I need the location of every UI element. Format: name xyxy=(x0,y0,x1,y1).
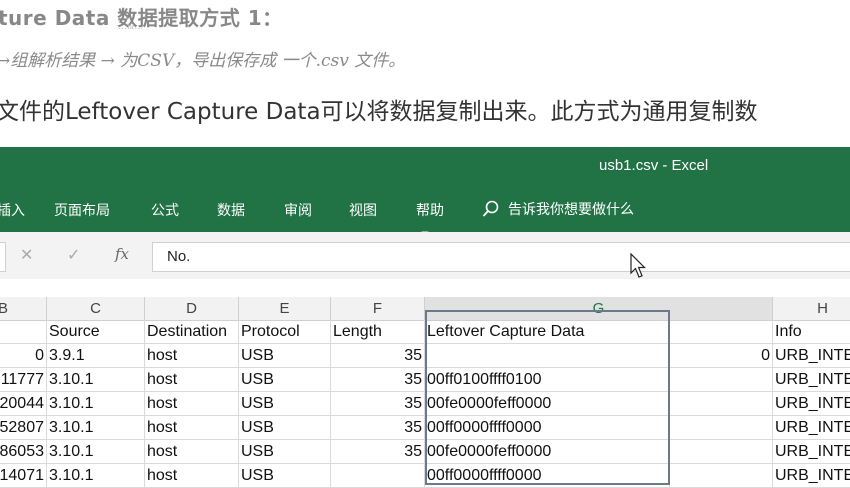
slide-area: ture Data 数据提取方式 1： …ы… →组解析结果 → 为CSV，导出… xyxy=(0,0,850,147)
cell-source[interactable]: 3.10.1 xyxy=(47,416,145,440)
cell-b[interactable]: 52807 xyxy=(0,416,47,440)
title-bar: usb1.csv - Excel xyxy=(0,147,850,185)
cell-protocol[interactable]: USB xyxy=(239,392,331,416)
ribbon-tabs: 插入 页面布局 公式 数据 审阅 视图 帮助 告诉我你想要做什么 xyxy=(0,185,850,232)
table-row: 52807 3.10.1 host USB 35 00ff0000ffff000… xyxy=(0,416,850,440)
name-box[interactable] xyxy=(0,242,6,272)
column-header-c[interactable]: C xyxy=(47,297,145,320)
formula-content: No. xyxy=(167,248,191,265)
table-row-header: A Source Destination Protocol Length Lef… xyxy=(0,320,850,344)
window-title: usb1.csv - Excel xyxy=(599,157,709,174)
cell-g2[interactable] xyxy=(670,440,773,464)
header-cell-g2[interactable] xyxy=(670,320,773,344)
cell-destination[interactable]: host xyxy=(145,368,239,392)
cell-destination[interactable]: host xyxy=(145,392,239,416)
worksheet-grid: B C D E F G H A Source Destination Proto… xyxy=(0,297,850,488)
header-cell-source[interactable]: Source xyxy=(47,320,145,344)
cell-source[interactable]: 3.10.1 xyxy=(47,392,145,416)
tab-data[interactable]: 数据 xyxy=(217,200,245,220)
cell-info[interactable]: URB_INTERRUPT in xyxy=(773,464,850,488)
cell-length[interactable]: 35 xyxy=(331,392,425,416)
column-header-row: B C D E F G H xyxy=(0,297,850,321)
cell-leftover-data[interactable] xyxy=(425,344,670,368)
cell-g2[interactable] xyxy=(670,416,773,440)
tab-view[interactable]: 视图 xyxy=(349,200,377,220)
slide-ghost-text: …ы… xyxy=(118,22,144,32)
column-header-g[interactable]: G xyxy=(425,297,773,320)
cell-source[interactable]: 3.9.1 xyxy=(47,344,145,368)
cell-b[interactable]: 11777 xyxy=(0,368,47,392)
cell-destination[interactable]: host xyxy=(145,344,239,368)
header-cell-a[interactable]: A xyxy=(0,320,47,344)
formula-input[interactable]: No. xyxy=(152,242,850,272)
cell-g2[interactable] xyxy=(670,392,773,416)
cell-g2[interactable] xyxy=(670,464,773,488)
column-header-e[interactable]: E xyxy=(239,297,331,320)
cell-destination[interactable]: host xyxy=(145,464,239,488)
cell-info[interactable]: URB_INTERRUPT in xyxy=(773,392,850,416)
tab-help[interactable]: 帮助 xyxy=(416,200,444,220)
cell-b[interactable]: 0 xyxy=(0,344,47,368)
cell-source[interactable]: 3.10.1 xyxy=(47,368,145,392)
header-cell-leftover-capture-data[interactable]: Leftover Capture Data xyxy=(425,320,670,344)
cell-length[interactable] xyxy=(331,464,425,488)
cell-info[interactable]: URB_INTERRUPT in xyxy=(773,416,850,440)
tab-page-layout[interactable]: 页面布局 xyxy=(54,200,110,220)
slide-body-text: 文件的Leftover Capture Data可以将数据复制出来。此方式为通用… xyxy=(0,99,758,125)
column-header-b[interactable]: B xyxy=(0,297,47,320)
cell-info[interactable]: URB_INTERRUPT in xyxy=(773,440,850,464)
tab-formulas[interactable]: 公式 xyxy=(151,200,179,220)
cell-b[interactable]: 20044 xyxy=(0,392,47,416)
column-header-d[interactable]: D xyxy=(145,297,239,320)
cell-info[interactable]: URB_INTERRUPT in xyxy=(773,368,850,392)
cancel-icon[interactable]: ✕ xyxy=(20,245,33,264)
cell-protocol[interactable]: USB xyxy=(239,464,331,488)
cell-destination[interactable]: host xyxy=(145,440,239,464)
excel-window: usb1.csv - Excel 插入 页面布局 公式 数据 审阅 视图 帮助 … xyxy=(0,147,850,488)
cell-leftover-data[interactable]: 00ff0100ffff0100 xyxy=(425,368,670,392)
header-cell-protocol[interactable]: Protocol xyxy=(239,320,331,344)
tab-review[interactable]: 审阅 xyxy=(284,200,312,220)
cell-protocol[interactable]: USB xyxy=(239,440,331,464)
cell-length[interactable]: 35 xyxy=(331,344,425,368)
cell-g2[interactable]: 0 xyxy=(670,344,773,368)
insert-function-icon[interactable]: fx xyxy=(115,245,129,263)
column-header-f[interactable]: F xyxy=(331,297,425,320)
cell-destination[interactable]: host xyxy=(145,416,239,440)
header-cell-destination[interactable]: Destination xyxy=(145,320,239,344)
column-header-h[interactable]: H xyxy=(773,297,850,320)
cell-length[interactable]: 35 xyxy=(331,440,425,464)
cell-b[interactable]: 14071 xyxy=(0,464,47,488)
table-row: 0 3.9.1 host USB 35 0 URB_INTERRUPT in xyxy=(0,344,850,368)
enter-icon[interactable]: ✓ xyxy=(67,245,80,264)
cell-length[interactable]: 35 xyxy=(331,416,425,440)
cell-leftover-data[interactable]: 00fe0000feff0000 xyxy=(425,392,670,416)
tab-insert[interactable]: 插入 xyxy=(0,200,25,220)
cell-leftover-data[interactable]: 00ff0000ffff0000 xyxy=(425,416,670,440)
tell-me-box[interactable]: 告诉我你想要做什么 xyxy=(482,198,634,220)
cell-g2[interactable] xyxy=(670,368,773,392)
table-row: 86053 3.10.1 host USB 35 00fe0000feff000… xyxy=(0,440,850,464)
slide-subtitle: →组解析结果 → 为CSV，导出保存成 一个.csv 文件。 xyxy=(0,51,406,71)
tell-me-label: 告诉我你想要做什么 xyxy=(508,202,634,218)
cell-protocol[interactable]: USB xyxy=(239,416,331,440)
cell-info[interactable]: URB_INTERRUPT in xyxy=(773,344,850,368)
header-cell-length[interactable]: Length xyxy=(331,320,425,344)
cell-leftover-data[interactable]: 00ff0000ffff0000 xyxy=(425,464,670,488)
formula-bar: ✕ ✓ fx No. xyxy=(0,232,850,279)
header-cell-info[interactable]: Info xyxy=(773,320,850,344)
cell-leftover-data[interactable]: 00fe0000feff0000 xyxy=(425,440,670,464)
mouse-cursor-icon xyxy=(630,252,646,283)
cell-length[interactable]: 35 xyxy=(331,368,425,392)
cell-source[interactable]: 3.10.1 xyxy=(47,440,145,464)
table-row: 20044 3.10.1 host USB 35 00fe0000feff000… xyxy=(0,392,850,416)
table-row: 14071 3.10.1 host USB 00ff0000ffff0000 U… xyxy=(0,464,850,488)
cell-b[interactable]: 86053 xyxy=(0,440,47,464)
cell-protocol[interactable]: USB xyxy=(239,368,331,392)
search-icon xyxy=(482,200,500,218)
cell-source[interactable]: 3.10.1 xyxy=(47,464,145,488)
cell-protocol[interactable]: USB xyxy=(239,344,331,368)
table-row: 11777 3.10.1 host USB 35 00ff0100ffff010… xyxy=(0,368,850,392)
